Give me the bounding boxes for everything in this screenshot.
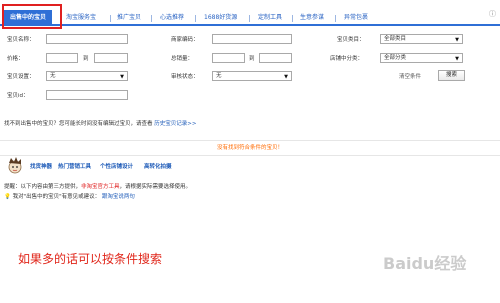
category-label: 宝贝类目： bbox=[337, 37, 365, 43]
tab-taobao-service[interactable]: 淘宝服务宝 bbox=[66, 9, 96, 26]
sales-to-label: 到 bbox=[249, 56, 255, 62]
history-hint-text: 找不到出售中的宝贝？您可能长时间没有编辑过宝贝，请查看 bbox=[4, 121, 153, 127]
third-party-notice: 提醒：以下内容由第三方提供，非淘宝官方工具，请根据实际需要选择使用。 bbox=[4, 182, 191, 190]
tool-photography[interactable]: 高转化拍摄 bbox=[144, 162, 172, 170]
help-icon[interactable]: ⓘ bbox=[489, 9, 496, 19]
tab-bar: 出售中的宝贝 淘宝服务宝 推广宝贝 心选推荐 1688好货源 定制工具 生意参谋… bbox=[0, 7, 500, 26]
tool-shop-design[interactable]: 个性店铺设计 bbox=[100, 162, 133, 170]
empty-result-message: 没有找到符合条件的宝贝！ bbox=[216, 145, 283, 151]
category-select[interactable]: 全部类目 ▼ bbox=[380, 34, 463, 44]
tool-marketing[interactable]: 热门营销工具 bbox=[58, 162, 91, 170]
code-label: 商家编码： bbox=[171, 37, 199, 43]
tab-separator bbox=[292, 15, 293, 22]
audit-select[interactable]: 无 ▼ bbox=[212, 71, 292, 81]
audit-label: 审核状态： bbox=[171, 74, 199, 80]
history-hint: 找不到出售中的宝贝？您可能长时间没有编辑过宝贝，请查看 历史宝贝记录>> bbox=[4, 119, 196, 127]
baidu-watermark: Baidu经验 bbox=[383, 254, 467, 273]
lightbulb-icon: 💡 bbox=[4, 194, 11, 200]
search-button[interactable]: 搜索 bbox=[438, 70, 465, 81]
shop-category-label: 店铺中分类： bbox=[330, 56, 364, 62]
tab-separator bbox=[110, 15, 111, 22]
chevron-down-icon: ▼ bbox=[120, 74, 124, 80]
code-input[interactable] bbox=[212, 34, 292, 44]
chevron-down-icon: ▼ bbox=[455, 56, 459, 62]
clear-conditions-button[interactable]: 清空条件 bbox=[399, 72, 421, 80]
tab-business-advisor[interactable]: 生意参谋 bbox=[300, 9, 324, 26]
notice-not-official: 非淘宝官方工具 bbox=[81, 184, 120, 190]
tab-separator bbox=[151, 15, 152, 22]
feedback-text: 我对"出售中的宝贝"有意见或建议： bbox=[12, 194, 101, 200]
settings-label: 宝贝设置： bbox=[7, 74, 35, 80]
tab-highlight-box bbox=[2, 4, 62, 29]
tab-1688[interactable]: 1688好货源 bbox=[204, 9, 237, 26]
shop-category-value: 全部分类 bbox=[384, 55, 407, 61]
id-input[interactable] bbox=[46, 90, 128, 100]
tab-abnormal-package[interactable]: 异常包裹 bbox=[344, 9, 368, 26]
tab-custom-tools[interactable]: 定制工具 bbox=[258, 9, 282, 26]
price-max-input[interactable] bbox=[94, 53, 128, 63]
tab-separator bbox=[195, 15, 196, 22]
price-min-input[interactable] bbox=[46, 53, 78, 63]
chevron-down-icon: ▼ bbox=[284, 74, 288, 80]
sales-label: 总销量： bbox=[171, 56, 194, 62]
title-input[interactable] bbox=[46, 34, 128, 44]
sales-min-input[interactable] bbox=[212, 53, 245, 63]
chevron-down-icon: ▼ bbox=[455, 37, 459, 43]
caption-text: 如果多的话可以按条件搜索 bbox=[18, 252, 163, 266]
id-label: 宝贝id： bbox=[7, 93, 29, 99]
price-label: 价格： bbox=[7, 56, 24, 62]
tab-separator bbox=[335, 15, 336, 22]
audit-value: 无 bbox=[216, 73, 222, 79]
settings-value: 无 bbox=[50, 73, 56, 79]
mascot-icon bbox=[6, 156, 24, 174]
tab-separator bbox=[249, 15, 250, 22]
empty-result-bar: 没有找到符合条件的宝贝！ bbox=[0, 140, 500, 156]
shop-category-select[interactable]: 全部分类 ▼ bbox=[380, 53, 463, 63]
price-to-label: 到 bbox=[83, 56, 89, 62]
sales-max-input[interactable] bbox=[259, 53, 292, 63]
tool-find-goods[interactable]: 找货神器 bbox=[30, 162, 52, 170]
notice-prefix: 提醒：以下内容由第三方提供， bbox=[4, 184, 82, 190]
title-label: 宝贝名称： bbox=[7, 37, 35, 43]
tab-promote[interactable]: 推广宝贝 bbox=[117, 9, 141, 26]
settings-select[interactable]: 无 ▼ bbox=[46, 71, 128, 81]
category-value: 全部类目 bbox=[384, 36, 407, 42]
notice-suffix: ，请根据实际需要选择使用。 bbox=[119, 184, 192, 190]
tab-recommend[interactable]: 心选推荐 bbox=[160, 9, 184, 26]
feedback-line: 💡 我对"出售中的宝贝"有意见或建议： 跟淘宝说两句 bbox=[4, 192, 135, 200]
history-link[interactable]: 历史宝贝记录>> bbox=[154, 121, 196, 127]
feedback-link[interactable]: 跟淘宝说两句 bbox=[102, 194, 135, 200]
